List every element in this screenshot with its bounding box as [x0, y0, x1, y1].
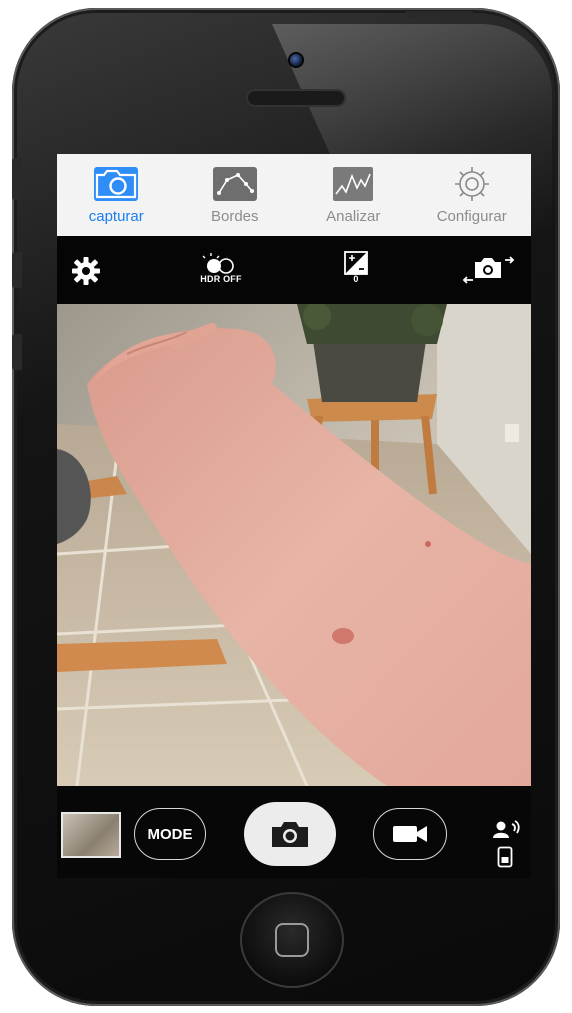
- settings-button[interactable]: [71, 256, 101, 286]
- video-camera-icon: [393, 826, 427, 842]
- tab-bar: capturar Bordes Analizar Configurar: [57, 154, 531, 237]
- shutter-button[interactable]: [244, 802, 336, 866]
- tab-analizar[interactable]: Analizar: [294, 154, 413, 236]
- tab-capturar[interactable]: capturar: [57, 154, 176, 236]
- home-square-icon: [275, 923, 309, 957]
- tab-bordes[interactable]: Bordes: [176, 154, 295, 236]
- last-photo-thumbnail[interactable]: [61, 812, 121, 858]
- face-detect-button[interactable]: [491, 820, 521, 845]
- exposure-value: 0: [353, 274, 359, 284]
- mode-button[interactable]: MODE: [134, 808, 206, 860]
- hdr-icon: [202, 253, 234, 274]
- power-button: [404, 11, 474, 18]
- hdr-label: HDR OFF: [200, 274, 242, 284]
- tab-label: Configurar: [436, 208, 507, 225]
- gear-icon: [449, 166, 495, 202]
- exposure-button[interactable]: 0: [343, 250, 369, 284]
- hdr-toggle[interactable]: HDR OFF: [197, 252, 245, 284]
- camera-viewfinder[interactable]: [57, 304, 531, 786]
- edges-icon: [212, 166, 258, 202]
- volume-down-button: [12, 334, 22, 370]
- video-button[interactable]: [373, 808, 447, 860]
- volume-up-button: [12, 252, 22, 288]
- earpiece-speaker: [246, 89, 346, 107]
- analyze-icon: [330, 166, 376, 202]
- face-detect-icon: [493, 820, 520, 838]
- tab-configurar[interactable]: Configurar: [413, 154, 532, 236]
- home-button[interactable]: [240, 892, 344, 988]
- tab-label: Analizar: [326, 208, 381, 225]
- front-camera: [290, 54, 302, 66]
- camera-icon: [272, 822, 308, 847]
- camera-icon: [93, 166, 139, 202]
- exposure-icon: [344, 251, 368, 275]
- gear-icon: [72, 257, 100, 285]
- orientation-button[interactable]: [497, 846, 513, 873]
- viewfinder-image: [57, 304, 531, 786]
- tab-label: Bordes: [210, 208, 259, 225]
- camera-control-bar: HDR OFF 0: [57, 236, 531, 304]
- tab-label: capturar: [88, 208, 144, 225]
- screen: capturar Bordes Analizar Configurar HDR …: [57, 154, 531, 878]
- switch-camera-icon: [462, 256, 515, 284]
- phone-orientation-icon: [497, 846, 513, 868]
- camera-bottom-bar: MODE: [57, 786, 531, 878]
- mute-switch: [12, 158, 22, 200]
- switch-camera-button[interactable]: [461, 254, 517, 286]
